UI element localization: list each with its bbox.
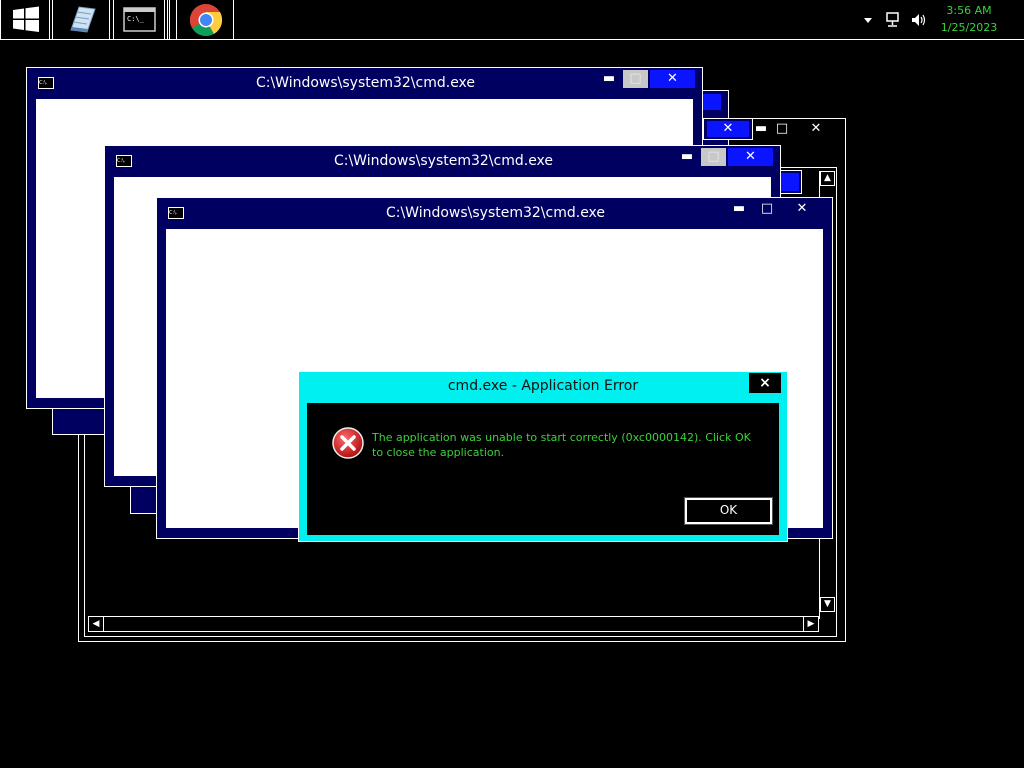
window-title: C:\Windows\system32\cmd.exe xyxy=(333,153,554,169)
start-button[interactable] xyxy=(0,0,50,39)
dialog-body: The application was unable to start corr… xyxy=(307,403,779,535)
close-button[interactable]: ✕ xyxy=(650,70,695,88)
close-button[interactable] xyxy=(781,173,799,191)
scroll-right-arrow-icon[interactable]: ▶ xyxy=(803,617,818,631)
close-button[interactable]: ✕ xyxy=(728,148,773,166)
taskbar-chrome-button[interactable] xyxy=(176,0,234,39)
close-button[interactable]: ✕ xyxy=(707,121,749,137)
error-dialog[interactable]: cmd.exe - Application Error × The applic… xyxy=(298,371,788,542)
close-button[interactable] xyxy=(703,94,721,110)
cmd-window-icon: C:\. xyxy=(116,155,132,167)
network-icon[interactable] xyxy=(884,11,902,29)
windows-logo-icon xyxy=(13,6,39,32)
minimize-button[interactable]: ▬ xyxy=(677,148,697,166)
cmd-window-fragment: ✕ xyxy=(703,118,753,140)
window-title: C:\Windows\system32\cmd.exe xyxy=(255,75,476,91)
taskbar-notepad-button[interactable] xyxy=(52,0,110,39)
taskbar-separator xyxy=(167,0,170,39)
notepad-icon xyxy=(70,6,96,33)
clock-date[interactable]: 1/25/2023 xyxy=(939,21,999,34)
maximize-button[interactable]: □ xyxy=(757,200,777,218)
window-title: C:\Windows\system32\cmd.exe xyxy=(385,205,606,221)
cmd-window-fragment xyxy=(778,170,802,194)
maximize-button[interactable]: □ xyxy=(773,121,791,137)
volume-icon[interactable] xyxy=(910,11,928,29)
cmd-window-icon: C:\. xyxy=(38,77,54,89)
chrome-icon xyxy=(189,3,223,37)
chevron-up-icon[interactable] xyxy=(860,12,876,28)
horizontal-scrollbar[interactable]: ◀ ▶ xyxy=(88,616,819,632)
minimize-button[interactable]: ▬ xyxy=(752,121,770,137)
cmd-icon: C:\_ xyxy=(123,7,156,32)
dialog-title: cmd.exe - Application Error xyxy=(447,378,639,394)
maximize-button[interactable]: □ xyxy=(623,70,648,88)
cmd-window-icon: C:\. xyxy=(168,207,184,219)
scroll-left-arrow-icon[interactable]: ◀ xyxy=(89,617,104,631)
close-button[interactable]: ✕ xyxy=(805,121,827,137)
taskbar-cmd-button[interactable]: C:\_ xyxy=(113,0,165,39)
ok-button[interactable]: OK xyxy=(684,497,773,525)
dialog-close-button[interactable]: × xyxy=(749,373,781,393)
error-message: The application was unable to start corr… xyxy=(372,431,751,459)
close-button[interactable]: ✕ xyxy=(789,200,815,218)
taskbar: C:\_ 3:56 AM 1/25/2023 xyxy=(0,0,1024,40)
svg-text:C:\_: C:\_ xyxy=(127,15,145,23)
minimize-button[interactable]: ▬ xyxy=(599,70,619,88)
minimize-button[interactable]: ▬ xyxy=(729,200,749,218)
clock-time[interactable]: 3:56 AM xyxy=(939,4,999,17)
error-icon xyxy=(332,427,364,459)
scroll-down-arrow-icon[interactable]: ▼ xyxy=(820,597,835,612)
scroll-up-arrow-icon[interactable]: ▲ xyxy=(820,171,835,186)
maximize-button[interactable]: □ xyxy=(701,148,726,166)
